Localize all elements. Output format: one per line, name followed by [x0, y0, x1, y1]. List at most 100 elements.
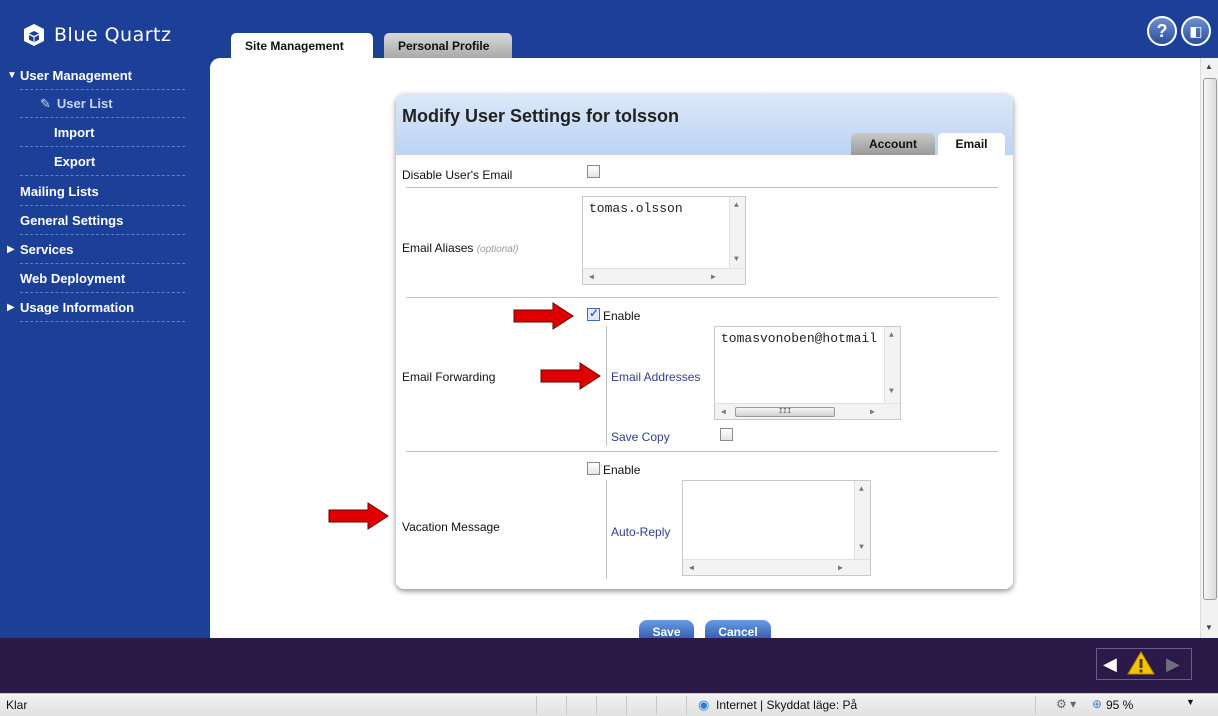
email-forwarding-label: Email Forwarding — [402, 370, 496, 384]
back-arrow-icon[interactable]: ◀ — [1103, 654, 1117, 675]
scroll-left-icon[interactable]: ◀ — [721, 407, 726, 417]
textarea-hscrollbar[interactable]: ◀ ▶ — [683, 559, 870, 575]
scroll-thumb[interactable] — [1203, 78, 1217, 600]
scroll-up-icon[interactable]: ▲ — [889, 331, 894, 340]
app-title: Blue Quartz — [54, 24, 172, 46]
status-bar: Klar ◉ Internet | Skyddat läge: På ⚙ ▾ ⊕… — [0, 693, 1218, 716]
disable-email-label: Disable User's Email — [402, 168, 513, 182]
tab-email[interactable]: Email — [938, 133, 1005, 155]
auto-reply-textarea[interactable]: ▲ ▼ ◀ ▶ — [682, 480, 871, 576]
browser-window: Blue Quartz Site Management Personal Pro… — [0, 0, 1218, 716]
red-arrow-icon — [540, 362, 601, 390]
sidebar-item-usage-information[interactable]: ▶ Usage Information — [7, 294, 185, 322]
divider — [1035, 696, 1036, 714]
divider — [656, 696, 657, 714]
sidebar-item-web-deployment[interactable]: Web Deployment — [20, 265, 185, 293]
textarea-vscrollbar[interactable]: ▲ ▼ — [884, 327, 900, 403]
scroll-down-icon[interactable]: ▼ — [889, 387, 894, 396]
sidebar-item-label: General Settings — [20, 213, 124, 228]
email-addresses-value: tomasvonoben@hotmail — [721, 331, 878, 346]
textarea-hscrollbar[interactable]: ◀ III ▶ — [715, 403, 900, 419]
scroll-up-icon[interactable]: ▲ — [734, 201, 739, 210]
help-icon[interactable]: ? — [1147, 16, 1177, 46]
sidebar-item-services[interactable]: ▶ Services — [7, 236, 185, 264]
tab-site-management[interactable]: Site Management — [231, 33, 373, 58]
textarea-vscrollbar[interactable]: ▲ ▼ — [854, 481, 870, 559]
globe-icon: ◉ — [698, 697, 710, 712]
sidebar-item-label: Import — [54, 125, 95, 140]
protected-mode-icon[interactable]: ⚙ ▾ — [1056, 697, 1076, 711]
blue-quartz-logo-icon — [24, 24, 44, 46]
bottom-bar — [0, 638, 1218, 693]
scroll-right-icon[interactable]: ▶ — [870, 407, 875, 417]
divider — [406, 451, 998, 452]
vacation-message-label: Vacation Message — [402, 520, 500, 534]
email-aliases-textarea[interactable]: tomas.olsson ▲ ▼ ◀ ▶ — [582, 196, 746, 285]
zoom-icon[interactable]: ⊕ — [1092, 697, 1102, 711]
divider — [596, 696, 597, 714]
disable-email-checkbox[interactable] — [587, 165, 600, 178]
save-copy-label: Save Copy — [611, 430, 670, 444]
email-addresses-label: Email Addresses — [611, 370, 701, 384]
email-aliases-value: tomas.olsson — [589, 201, 683, 216]
header: Blue Quartz Site Management Personal Pro… — [0, 0, 1218, 58]
pencil-icon: ✎ — [40, 95, 51, 111]
warning-icon[interactable] — [1126, 650, 1156, 676]
tab-personal-profile[interactable]: Personal Profile — [384, 33, 512, 58]
scroll-down-icon[interactable]: ▼ — [734, 255, 739, 264]
sidebar-item-mailing-lists[interactable]: Mailing Lists — [20, 178, 185, 206]
divider — [406, 297, 998, 298]
divider — [406, 187, 998, 188]
security-zone: Internet | Skyddat läge: På — [716, 698, 858, 712]
logout-icon[interactable]: ◧ — [1181, 16, 1211, 46]
divider — [606, 480, 607, 579]
save-copy-checkbox[interactable] — [720, 428, 733, 441]
scroll-right-icon[interactable]: ▶ — [711, 272, 716, 282]
sidebar-item-import[interactable]: Import — [20, 119, 185, 147]
page-title: Modify User Settings for tolsson — [402, 106, 680, 126]
scroll-down-icon[interactable]: ▼ — [1205, 623, 1213, 632]
sidebar-item-label: Export — [54, 154, 96, 169]
divider — [536, 696, 537, 714]
scroll-down-icon[interactable]: ▼ — [859, 543, 864, 552]
email-addresses-textarea[interactable]: tomasvonoben@hotmail ▲ ▼ ◀ III ▶ — [714, 326, 901, 420]
sidebar-item-export[interactable]: Export — [20, 148, 185, 176]
divider — [686, 696, 687, 714]
red-arrow-icon — [513, 302, 574, 330]
forwarding-enable-checkbox[interactable] — [587, 306, 600, 321]
divider — [606, 326, 607, 446]
scroll-up-icon[interactable]: ▲ — [859, 485, 864, 494]
vacation-enable-label: Enable — [603, 463, 641, 477]
logo: Blue Quartz — [22, 22, 171, 48]
settings-panel: Modify User Settings for tolsson Account… — [396, 94, 1013, 589]
scroll-left-icon[interactable]: ◀ — [689, 563, 694, 573]
panel-header: Modify User Settings for tolsson Account… — [396, 94, 1013, 155]
page-scrollbar[interactable]: ▲ ▼ — [1200, 58, 1218, 638]
textarea-hscrollbar[interactable]: ◀ ▶ — [583, 268, 745, 284]
email-aliases-text: Email Aliases — [402, 241, 474, 255]
scroll-right-icon[interactable]: ▶ — [838, 563, 843, 573]
textarea-vscrollbar[interactable]: ▲ ▼ — [729, 197, 745, 270]
scroll-up-icon[interactable]: ▲ — [1205, 62, 1213, 71]
forwarding-enable-label: Enable — [603, 309, 641, 323]
expanded-arrow-icon: ▼ — [7, 70, 17, 81]
sidebar-item-user-list[interactable]: ✎ User List — [20, 90, 185, 118]
status-text: Klar — [6, 698, 28, 712]
sidebar-item-general-settings[interactable]: General Settings — [20, 207, 185, 235]
zoom-level[interactable]: 95 % — [1106, 698, 1133, 712]
sidebar-item-label: User List — [56, 96, 113, 111]
sidebar-item-label: Services — [20, 242, 74, 257]
sidebar-item-label: User Management — [20, 68, 132, 83]
hscroll-thumb[interactable]: III — [735, 407, 835, 417]
sidebar-item-label: Mailing Lists — [20, 184, 99, 199]
forward-arrow-icon[interactable]: ▶ — [1166, 654, 1180, 675]
scroll-left-icon[interactable]: ◀ — [589, 272, 594, 282]
optional-hint: (optional) — [476, 244, 519, 255]
sidebar-item-user-management[interactable]: ▼ User Management — [7, 62, 185, 90]
tab-account[interactable]: Account — [851, 133, 935, 155]
chevron-down-icon[interactable]: ▼ — [1186, 697, 1195, 707]
collapsed-arrow-icon: ▶ — [7, 302, 15, 313]
vacation-enable-checkbox[interactable] — [587, 462, 600, 475]
divider — [566, 696, 567, 714]
sidebar-item-label: Web Deployment — [20, 271, 126, 286]
